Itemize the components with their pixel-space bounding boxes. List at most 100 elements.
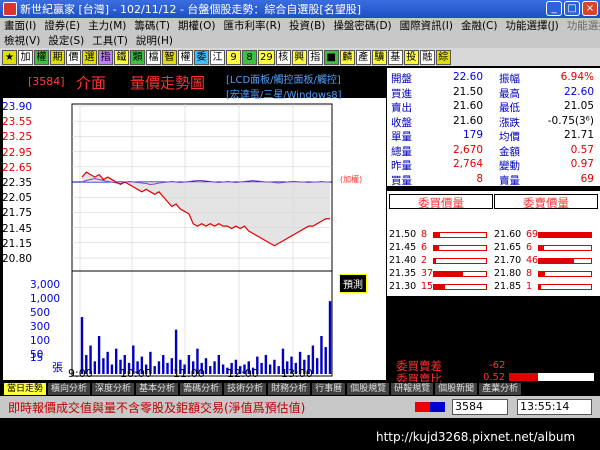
toolbar-button[interactable]: ★ [2,49,17,65]
toolbar-button[interactable]: 加 [18,49,33,65]
tab-5[interactable]: 技術分析 [224,383,267,395]
bid-row: 21.30 15 [389,281,491,293]
menu-item-view[interactable]: 檢視(V) [0,33,44,48]
toolbar-button[interactable]: 智 [162,49,177,65]
predict-button[interactable]: 預測 [339,274,367,293]
order-qty: 15 [421,281,434,292]
tab-3[interactable]: 基本分析 [136,383,179,395]
menu-item-trading-code[interactable]: 操盤密碼(D) [329,18,395,33]
toolbar-button[interactable]: 綜 [435,49,451,65]
order-price: 21.40 [389,255,417,266]
toolbar-button[interactable]: ■ [323,49,339,65]
ask-row: 21.60 69 [494,229,596,241]
toolbar-button[interactable]: 投 [403,49,419,65]
order-qty-bar [538,284,592,290]
menu-item-finance[interactable]: 金融(C) [457,18,502,33]
toolbar-button[interactable]: 興 [291,49,307,65]
status-stock-code[interactable]: 3584 [452,399,508,415]
quote-row: 總量 2,670 金額 0.57 [387,144,600,158]
toolbar-button[interactable]: 9 [226,49,241,65]
time-axis-label: 13:00 [281,367,313,380]
toolbar-button[interactable]: 權 [178,49,193,65]
watermark-url: http://kujd3268.pixnet.net/album [376,430,576,444]
quote-value: 8 [476,172,483,185]
toolbar-button[interactable]: 檔 [146,49,161,65]
price-axis-label: 21.75 [2,207,33,220]
menu-item-invest[interactable]: 投資(B) [285,18,329,33]
quote-value: 22.60 [452,71,483,83]
tab-2[interactable]: 深度分析 [92,383,135,395]
ask-row: 21.80 8 [494,268,596,280]
menu-item-intl-info[interactable]: 國際資訊(I) [396,18,457,33]
ask-header: 委賣價量 [494,194,598,210]
close-button[interactable]: × [582,1,598,16]
order-qty-bar [433,245,487,251]
volume-bar [166,362,169,374]
quote-value: 21.60 [452,100,483,112]
toolbar-button[interactable]: 江 [210,49,225,65]
volume-bar [221,364,225,374]
tab-8[interactable]: 個股規覽 [347,383,390,395]
tab-6[interactable]: 財務分析 [268,383,311,395]
toolbar-button[interactable]: 期 [50,49,65,65]
status-bar: 即時報價成交值與量不含零股及鉅額交易(淨值爲預估值) 3584 13:55:14 [0,396,600,418]
minimize-button[interactable]: _ [546,1,562,16]
menu-item-tools[interactable]: 工具(T) [88,33,132,48]
menu-item-help[interactable]: 說明(H) [132,33,177,48]
tab-0[interactable]: 當日走勢 [4,383,47,395]
menu-item-screen[interactable]: 畫面(I) [0,18,40,33]
toolbar-button[interactable]: 融 [419,49,435,65]
bid-row: 21.40 2 [389,255,491,267]
order-qty-bar [433,232,487,238]
toolbar-button[interactable]: 類 [130,49,145,65]
status-indicator [415,402,445,412]
quote-label: 賣出 [391,102,412,114]
quote-value: 21.71 [563,129,594,141]
toolbar-button[interactable]: 權 [34,49,49,65]
time-axis-label: 11:00 [173,367,205,380]
order-qty: 8 [526,268,533,279]
analysis-tabs: 當日走勢 橫向分析 深度分析 基本分析 籌碼分析 技術分析 財務分析 行事曆 個股規覽 研報規覽個… [0,382,600,396]
tab-9[interactable]: 研報規覽 [391,383,434,395]
tab-1[interactable]: 橫向分析 [48,383,91,395]
order-qty: 6 [421,242,428,253]
toolbar-button[interactable]: 委 [194,49,209,65]
menu-item-forex[interactable]: 匯市利率(R) [219,18,285,33]
toolbar-button[interactable]: 價 [66,49,81,65]
tab-11[interactable]: 產業分析 [479,383,522,395]
toolbar-button[interactable]: 麟 [339,49,355,65]
toolbar-button[interactable]: 8 [242,49,257,65]
maximize-button[interactable]: □ [564,1,580,16]
menu-item-settings[interactable]: 設定(S) [44,33,88,48]
quote-label: 變動 [499,160,520,172]
industry-tags: [LCD面板/觸控面板/觸控] [226,75,341,86]
toolbar-button[interactable]: 驥 [371,49,387,65]
menu-item-main-force[interactable]: 主力(M) [84,18,130,33]
volume-bar [273,359,276,374]
menu-item-securities[interactable]: 證券(E) [40,18,84,33]
tab-7[interactable]: 行事曆 [312,383,346,395]
toolbar-button[interactable]: 選 [82,49,97,65]
time-axis-label: 9:00 [68,367,93,380]
toolbar-button[interactable]: 基 [387,49,403,65]
tab-10[interactable]: 個股新聞 [435,383,478,395]
volume-bar [110,364,114,374]
menu-item-function[interactable]: 功能選擇(J) [501,18,562,33]
quote-label: 金額 [499,145,520,158]
chart-title: 量價走勢圖 [130,74,206,92]
order-price: 21.45 [389,242,417,253]
toolbar-button[interactable]: 鐵 [114,49,129,65]
quote-row: 收盤 21.60 漲跌 -0.75(3⁶) [387,115,600,129]
toolbar-button[interactable]: 產 [355,49,371,65]
toolbar-button[interactable]: 指 [98,49,113,65]
tab-4[interactable]: 籌碼分析 [180,383,223,395]
menu-item-chips[interactable]: 籌碼(T) [130,18,174,33]
ask-row: 21.70 46 [494,255,596,267]
toolbar-button[interactable]: 指 [307,49,323,65]
order-price: 21.80 [494,268,522,279]
menu-item-options[interactable]: 期權(O) [174,18,219,33]
toolbar-button[interactable]: 29 [258,49,275,65]
stock-name: 介面 [76,74,107,92]
index-label: (加權) [340,175,363,184]
toolbar-button[interactable]: 核 [275,49,291,65]
